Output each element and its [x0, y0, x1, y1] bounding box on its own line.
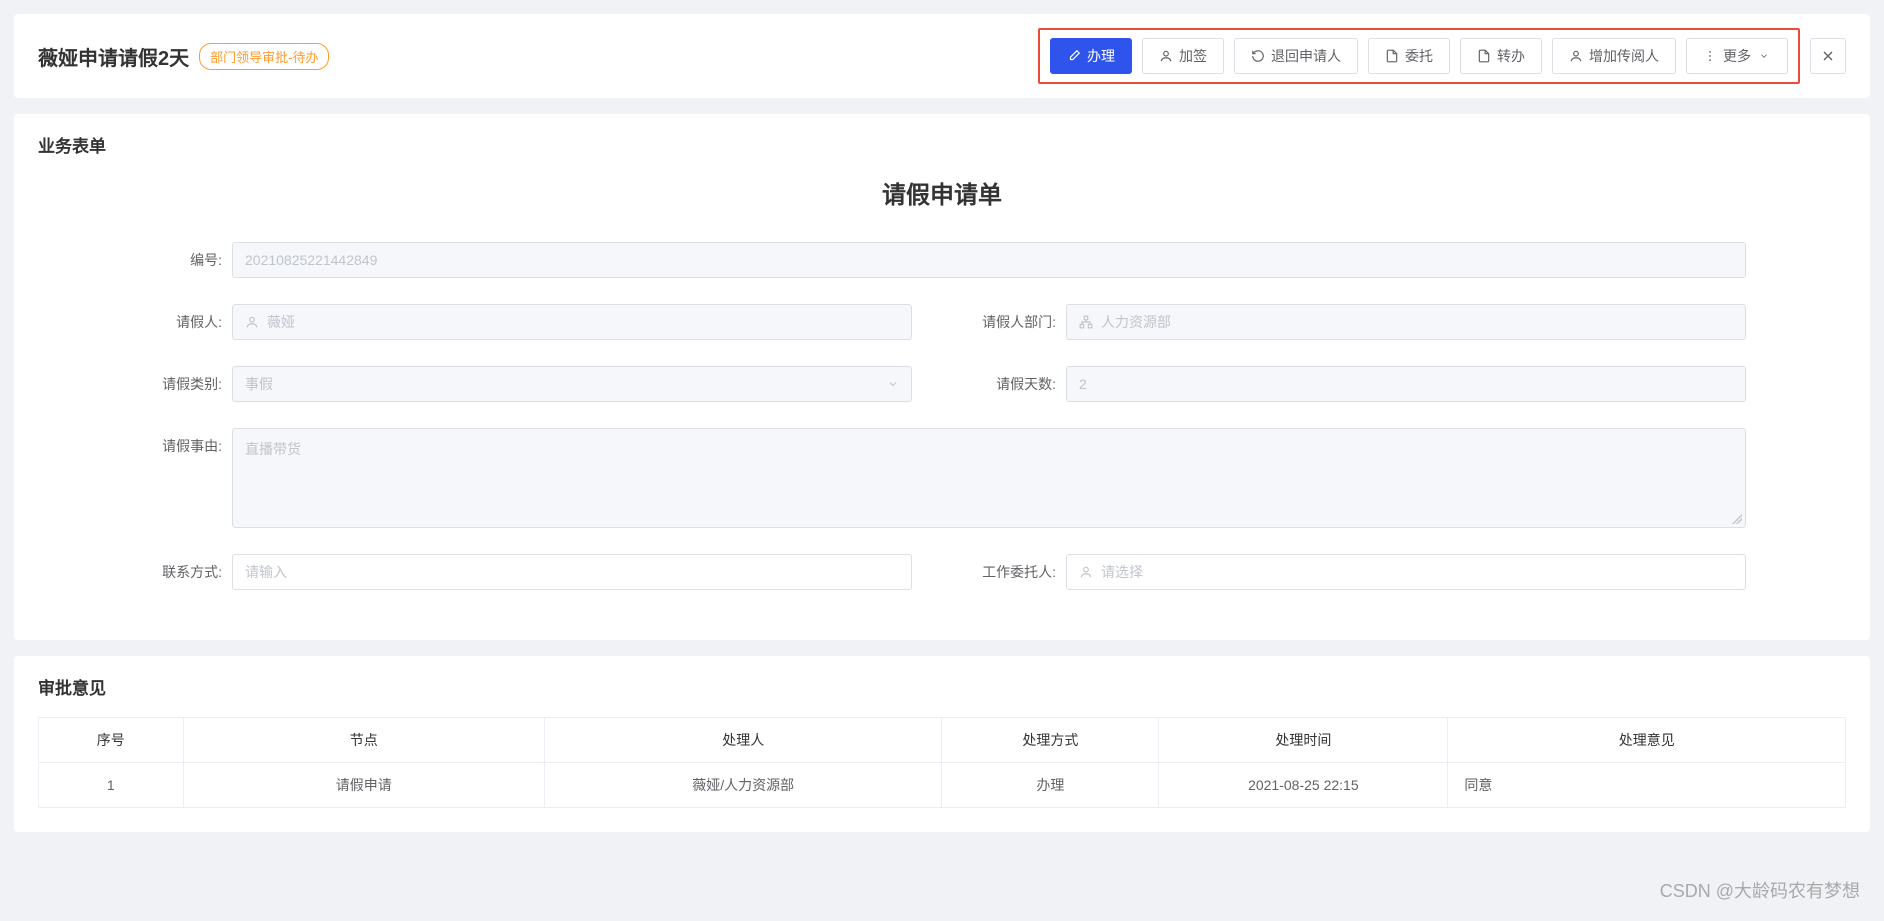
- return-button[interactable]: 退回申请人: [1234, 38, 1358, 74]
- transfer-button[interactable]: 转办: [1460, 38, 1542, 74]
- table-row: 1 请假申请 薇娅/人力资源部 办理 2021-08-25 22:15 同意: [39, 763, 1846, 808]
- cell-time: 2021-08-25 22:15: [1159, 763, 1448, 808]
- delegate-button-label: 委托: [1405, 46, 1433, 66]
- days-input: 2: [1066, 366, 1746, 402]
- applicant-input: 薇娅: [232, 304, 912, 340]
- countersign-button[interactable]: 加签: [1142, 38, 1224, 74]
- label-department: 请假人部门:: [972, 304, 1056, 332]
- col-seq: 序号: [39, 718, 184, 763]
- form-panel-title: 业务表单: [38, 132, 1846, 157]
- form-panel: 业务表单 请假申请单 编号: 20210825221442849 请假人:: [14, 114, 1870, 640]
- col-method: 处理方式: [942, 718, 1159, 763]
- label-contact: 联系方式:: [138, 554, 222, 582]
- label-applicant: 请假人:: [138, 304, 222, 332]
- close-button[interactable]: [1810, 38, 1846, 74]
- delegate-button[interactable]: 委托: [1368, 38, 1450, 74]
- approval-panel: 审批意见 序号 节点 处理人 处理方式 处理时间 处理意见 1 请假申请 薇娅/…: [14, 656, 1870, 832]
- header-left: 薇娅申请请假2天 部门领导审批-待办: [38, 42, 329, 71]
- countersign-button-label: 加签: [1179, 46, 1207, 66]
- org-icon: [1079, 315, 1093, 329]
- return-button-label: 退回申请人: [1271, 46, 1341, 66]
- cell-seq: 1: [39, 763, 184, 808]
- contact-input[interactable]: 请输入: [232, 554, 912, 590]
- person-icon: [1159, 49, 1173, 63]
- process-button[interactable]: 办理: [1050, 38, 1132, 74]
- number-value: 20210825221442849: [245, 252, 377, 268]
- label-reason: 请假事由:: [138, 428, 222, 456]
- close-icon: [1820, 48, 1836, 64]
- status-badge: 部门领导审批-待办: [199, 43, 329, 70]
- label-number: 编号:: [138, 242, 222, 270]
- action-buttons-group: 办理 加签 退回申请人: [1038, 28, 1800, 84]
- more-icon: [1703, 49, 1717, 63]
- person-icon: [245, 315, 259, 329]
- cell-method: 办理: [942, 763, 1159, 808]
- chevron-down-icon: [1757, 49, 1771, 63]
- process-button-label: 办理: [1087, 46, 1115, 66]
- cell-opinion: 同意: [1448, 763, 1846, 808]
- more-button[interactable]: 更多: [1686, 38, 1788, 74]
- type-select: 事假: [232, 366, 912, 402]
- header-right: 办理 加签 退回申请人: [1038, 28, 1846, 84]
- page-header: 薇娅申请请假2天 部门领导审批-待办 办理 加签: [14, 14, 1870, 98]
- reason-textarea: 直播带货: [232, 428, 1746, 528]
- page-title: 薇娅申请请假2天: [38, 42, 189, 71]
- table-header-row: 序号 节点 处理人 处理方式 处理时间 处理意见: [39, 718, 1846, 763]
- document-icon: [1385, 49, 1399, 63]
- delegate-select[interactable]: 请选择: [1066, 554, 1746, 590]
- department-input: 人力资源部: [1066, 304, 1746, 340]
- chevron-down-icon: [887, 378, 899, 390]
- add-reader-button[interactable]: 增加传阅人: [1552, 38, 1676, 74]
- label-days: 请假天数:: [972, 366, 1056, 394]
- type-value: 事假: [245, 374, 273, 394]
- reason-value: 直播带货: [245, 441, 301, 457]
- cell-node: 请假申请: [183, 763, 544, 808]
- edit-icon: [1067, 49, 1081, 63]
- document-icon: [1477, 49, 1491, 63]
- label-delegate-to: 工作委托人:: [972, 554, 1056, 582]
- days-value: 2: [1079, 376, 1087, 392]
- approval-table: 序号 节点 处理人 处理方式 处理时间 处理意见 1 请假申请 薇娅/人力资源部…: [38, 717, 1846, 808]
- form-subtitle: 请假申请单: [38, 175, 1846, 210]
- person-icon: [1569, 49, 1583, 63]
- delegate-placeholder: 请选择: [1101, 562, 1143, 582]
- number-input: 20210825221442849: [232, 242, 1746, 278]
- transfer-button-label: 转办: [1497, 46, 1525, 66]
- col-opinion: 处理意见: [1448, 718, 1846, 763]
- approval-panel-title: 审批意见: [38, 674, 1846, 699]
- cell-handler: 薇娅/人力资源部: [544, 763, 942, 808]
- return-icon: [1251, 49, 1265, 63]
- contact-placeholder: 请输入: [245, 562, 287, 582]
- col-handler: 处理人: [544, 718, 942, 763]
- add-reader-button-label: 增加传阅人: [1589, 46, 1659, 66]
- label-type: 请假类别:: [138, 366, 222, 394]
- col-time: 处理时间: [1159, 718, 1448, 763]
- applicant-value: 薇娅: [267, 312, 295, 332]
- more-button-label: 更多: [1723, 46, 1751, 66]
- person-icon: [1079, 565, 1093, 579]
- department-value: 人力资源部: [1101, 312, 1171, 332]
- col-node: 节点: [183, 718, 544, 763]
- watermark: CSDN @大龄码农有梦想: [1660, 877, 1860, 903]
